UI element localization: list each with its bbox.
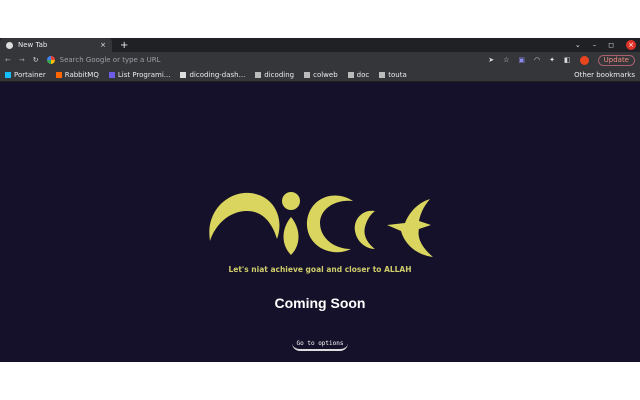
page-content: Let's niat achieve goal and closer to AL… [0,82,640,362]
folder-icon [255,71,262,78]
folder-icon [379,71,386,78]
google-icon [46,56,55,64]
bookmark-icon [5,71,11,78]
bookmark-label: RabbitMQ [64,70,99,79]
bookmark-item[interactable]: dicoding-dash... [180,71,245,79]
back-icon[interactable]: ← [5,56,11,64]
bookmark-label: colweb [313,70,338,79]
coming-soon-heading: Coming Soon [274,295,366,311]
go-to-options-button[interactable]: Go to options [292,339,348,351]
tab-favicon-icon [6,41,13,49]
bookmark-icon [108,71,115,78]
bookmark-label: List Programi... [117,70,171,79]
folder-icon [347,71,354,78]
tab-search-icon[interactable]: ⌄ [575,41,581,49]
star-icon[interactable]: ☆ [503,56,509,64]
bookmark-label: dicoding [264,70,295,79]
bookmark-label: doc [356,70,370,79]
maximize-button[interactable]: ◻ [608,41,614,49]
niat-logo [209,192,433,257]
omnibox[interactable]: Search Google or type a URL [46,53,481,67]
bookmark-item[interactable]: RabbitMQ [55,70,99,79]
bookmarks-bar: Portainer RabbitMQ List Programi... dicodin… [0,68,640,82]
tagline: Let's niat achieve goal and closer to AL… [228,265,412,274]
tab-title: New Tab [18,41,48,49]
other-bookmarks[interactable]: Other bookmarks [574,71,635,79]
extension-icon[interactable]: ▣ [518,56,525,64]
avatar[interactable] [579,55,589,65]
bookmark-label: Portainer [14,70,46,79]
sidepanel-icon[interactable]: ◧ [564,56,571,64]
tab-strip: New Tab × + ⌄ – ◻ × [0,38,640,52]
bookmark-item[interactable]: List Programi... [108,70,171,79]
tab-new-tab[interactable]: New Tab × [0,38,112,52]
bookmark-item[interactable]: doc [347,70,370,79]
tab-close-icon[interactable]: × [100,41,106,49]
bookmark-item[interactable]: dicoding [255,71,294,79]
folder-icon [304,71,311,78]
minimize-button[interactable]: – [593,41,597,49]
new-tab-button[interactable]: + [120,40,128,51]
bookmark-item[interactable]: Portainer [5,71,46,79]
forward-icon[interactable]: → [19,56,25,64]
bookmark-icon [180,71,187,78]
bookmark-icon [55,71,62,78]
bookmark-label: dicoding-dash... [189,70,246,79]
send-icon[interactable]: ➤ [488,56,494,64]
puzzle-icon[interactable]: ✦ [549,56,555,64]
omnibox-placeholder: Search Google or type a URL [59,56,161,64]
bookmark-item[interactable]: touta [379,71,407,79]
browser-window: New Tab × + ⌄ – ◻ × ← → ↻ Search Google … [0,38,640,362]
close-window-button[interactable]: × [626,40,636,50]
extension-niat-icon[interactable]: ◠ [534,56,540,64]
bookmark-item[interactable]: colweb [304,71,338,79]
reload-icon[interactable]: ↻ [33,56,39,64]
update-button[interactable]: Update [597,54,635,66]
bookmark-label: touta [388,70,407,79]
toolbar: ← → ↻ Search Google or type a URL ➤ ☆ ▣ … [0,52,640,68]
